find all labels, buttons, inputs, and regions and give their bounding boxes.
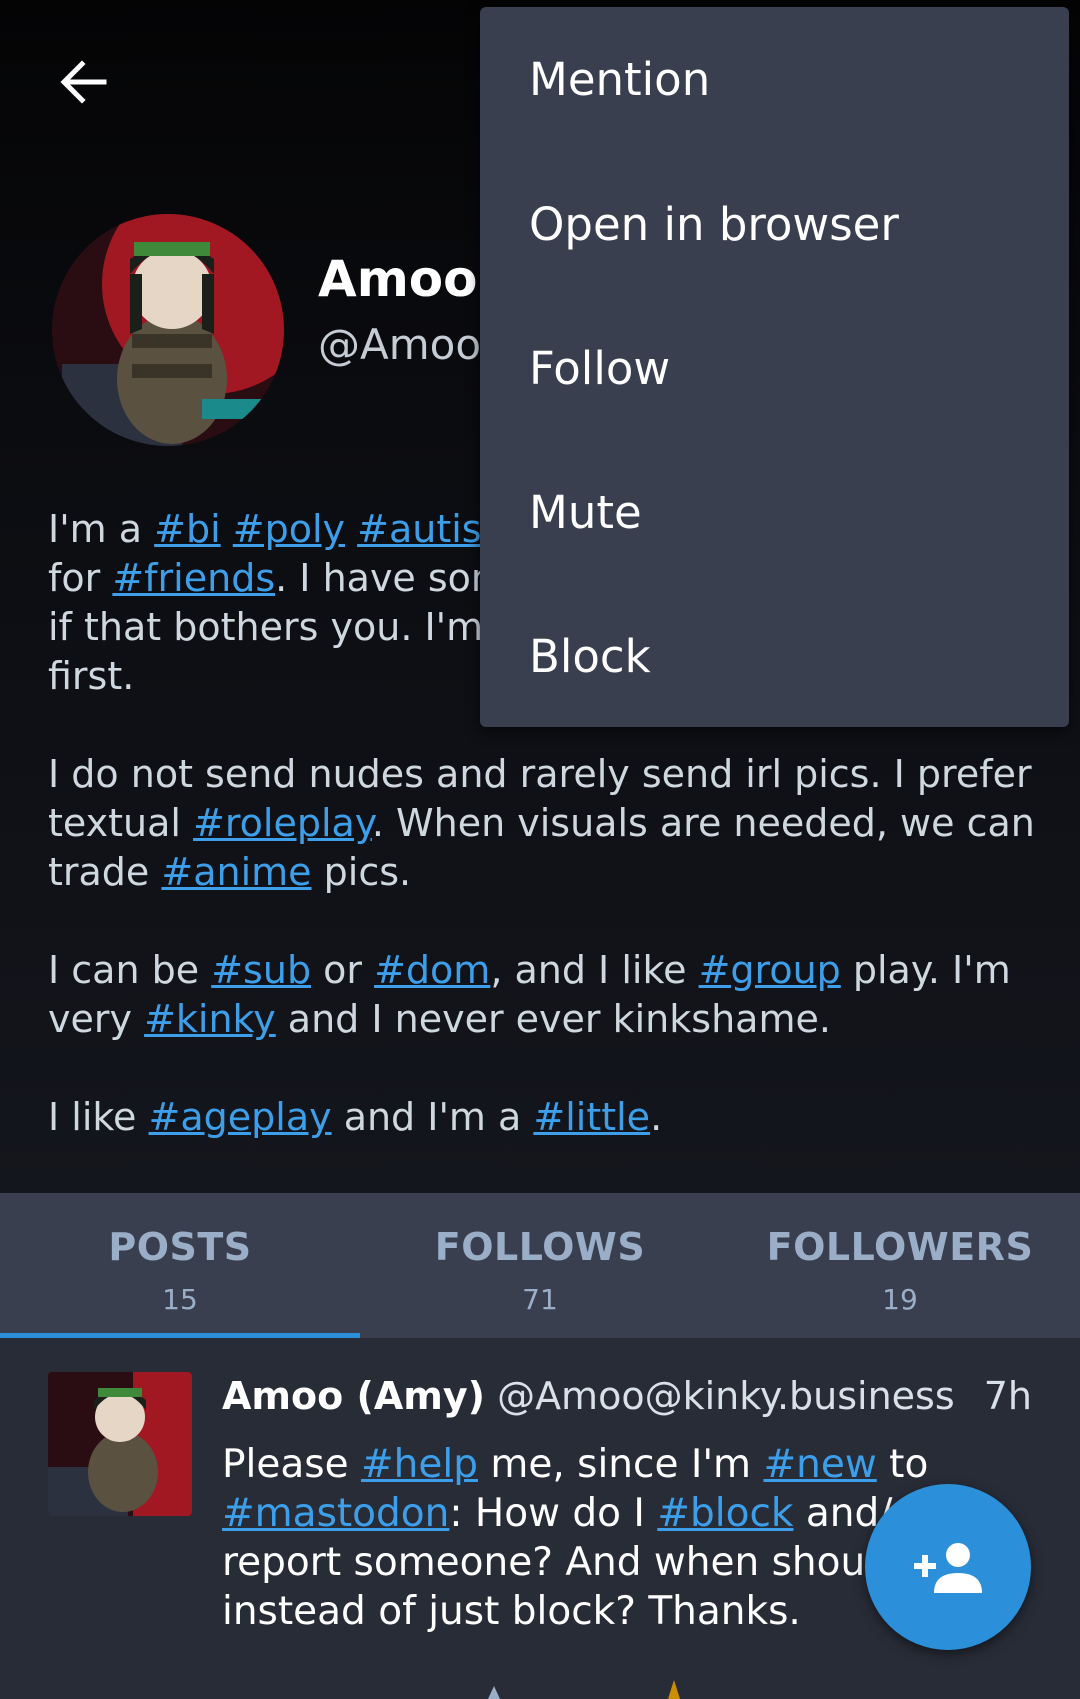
menu-item-open-in-browser[interactable]: Open in browser	[480, 153, 1069, 297]
arrow-left-icon	[60, 60, 107, 104]
hashtag-link[interactable]: #bi	[154, 507, 221, 551]
post-author-handle[interactable]: @Amoo@kinky.business	[497, 1374, 955, 1418]
person-add-icon	[914, 1543, 982, 1593]
bio-paragraph: I can be #sub or #dom, and I like #group…	[48, 948, 1011, 1041]
bio-paragraph: I like #ageplay and I'm a #little.	[48, 1095, 663, 1139]
hashtag-link[interactable]: #group	[699, 948, 841, 992]
menu-item-mute[interactable]: Mute	[480, 441, 1069, 585]
star-icon[interactable]	[662, 1678, 686, 1699]
profile-tabs: POSTS 15 FOLLOWS 71 FOLLOWERS 19	[0, 1193, 1080, 1338]
overflow-menu: Mention Open in browser Follow Mute Bloc…	[480, 7, 1069, 727]
hashtag-link[interactable]: #poly	[233, 507, 345, 551]
hashtag-link[interactable]: #sub	[211, 948, 311, 992]
profile-avatar[interactable]	[52, 214, 284, 446]
post-actions	[0, 1678, 1080, 1699]
tab-count: 19	[882, 1283, 918, 1316]
boost-icon[interactable]	[482, 1678, 506, 1699]
hashtag-link[interactable]: #friends	[112, 556, 275, 600]
tab-count: 15	[162, 1283, 198, 1316]
tab-label: FOLLOWERS	[766, 1225, 1034, 1269]
hashtag-link[interactable]: #block	[657, 1491, 793, 1536]
tab-label: FOLLOWS	[434, 1225, 646, 1269]
post-author-name[interactable]: Amoo (Amy)	[222, 1374, 485, 1418]
post-timestamp: 7h	[983, 1374, 1032, 1418]
post-avatar[interactable]	[48, 1372, 192, 1516]
hashtag-link[interactable]: #roleplay	[193, 801, 372, 845]
menu-item-follow[interactable]: Follow	[480, 297, 1069, 441]
tab-posts[interactable]: POSTS 15	[0, 1193, 360, 1338]
hashtag-link[interactable]: #ageplay	[149, 1095, 332, 1139]
follow-fab-button[interactable]	[865, 1484, 1031, 1650]
tab-count: 71	[522, 1283, 558, 1316]
hashtag-link[interactable]: #kinky	[144, 997, 276, 1041]
hashtag-link[interactable]: #anime	[161, 850, 311, 894]
hashtag-link[interactable]: #dom	[374, 948, 490, 992]
hashtag-link[interactable]: #mastodon	[222, 1491, 449, 1536]
tab-label: POSTS	[108, 1225, 252, 1269]
hashtag-link[interactable]: #new	[763, 1442, 876, 1487]
hashtag-link[interactable]: #little	[533, 1095, 650, 1139]
profile-handle: @Amoo(	[318, 320, 498, 369]
bio-paragraph: I do not send nudes and rarely send irl …	[48, 752, 1035, 894]
hashtag-link[interactable]: #help	[361, 1442, 478, 1487]
back-button[interactable]	[52, 50, 116, 114]
tab-followers[interactable]: FOLLOWERS 19	[720, 1193, 1080, 1338]
menu-item-block[interactable]: Block	[480, 585, 1069, 729]
menu-item-mention[interactable]: Mention	[480, 7, 1069, 153]
post-header: Amoo (Amy) @Amoo@kinky.business 7h	[222, 1374, 1032, 1418]
tab-follows[interactable]: FOLLOWS 71	[360, 1193, 720, 1338]
